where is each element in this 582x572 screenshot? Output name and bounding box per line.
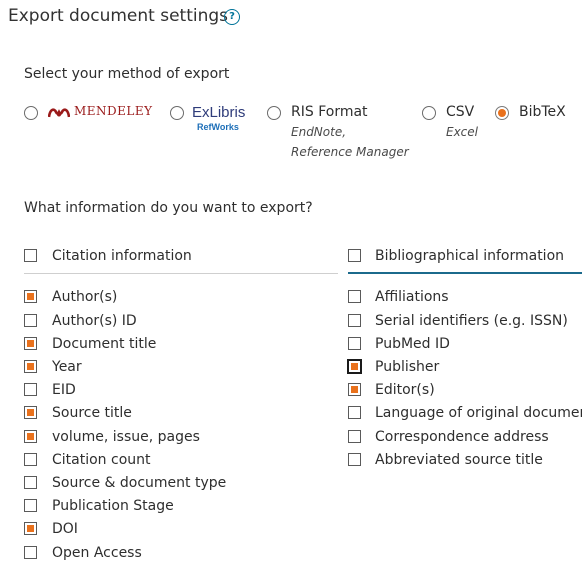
radio-refworks[interactable] [170,106,184,120]
checkbox-citation-count[interactable] [24,453,37,466]
checkbox-affiliations[interactable] [348,290,361,303]
checkbox-pubmed-id[interactable] [348,337,361,350]
csv-label[interactable]: CSV [446,104,474,120]
label-editors[interactable]: Editor(s) [375,382,435,398]
divider-bibliographical [348,272,582,274]
checkbox-citation-information[interactable] [24,249,37,262]
radio-csv[interactable] [422,106,436,120]
help-icon[interactable]: ? [224,9,240,25]
page-title: Export document settings [8,6,229,26]
mendeley-logo[interactable]: MENDELEY [48,103,152,121]
label-year[interactable]: Year [52,359,82,375]
bibliographical-information-label[interactable]: Bibliographical information [375,248,564,264]
checkbox-bibliographical-information[interactable] [348,249,361,262]
checkbox-author-id[interactable] [24,314,37,327]
radio-mendeley[interactable] [24,106,38,120]
checkbox-eid[interactable] [24,383,37,396]
checkbox-language-original-document[interactable] [348,406,361,419]
label-source-title[interactable]: Source title [52,405,132,421]
label-source-document-type[interactable]: Source & document type [52,475,226,491]
label-doi[interactable]: DOI [52,521,78,537]
radio-ris[interactable] [267,106,281,120]
checkbox-volume-issue-pages[interactable] [24,430,37,443]
label-citation-count[interactable]: Citation count [52,452,151,468]
bibtex-label[interactable]: BibTeX [519,104,566,120]
checkbox-editors[interactable] [348,383,361,396]
ris-label[interactable]: RIS Format [291,104,368,120]
mendeley-icon [48,108,70,118]
label-authors[interactable]: Author(s) [52,289,117,305]
mendeley-logo-text: MENDELEY [74,104,153,118]
exlibris-logo-text: ExLibris [192,104,246,121]
checkbox-document-title[interactable] [24,337,37,350]
checkbox-source-document-type[interactable] [24,476,37,489]
csv-sub-excel: Excel [446,125,478,139]
citation-information-label[interactable]: Citation information [52,248,192,264]
label-pubmed-id[interactable]: PubMed ID [375,336,450,352]
export-info-question: What information do you want to export? [24,200,313,216]
label-affiliations[interactable]: Affiliations [375,289,449,305]
checkbox-serial-identifiers[interactable] [348,314,361,327]
checkbox-year[interactable] [24,360,37,373]
divider-citation [24,273,338,274]
checkbox-correspondence-address[interactable] [348,430,361,443]
label-volume-issue-pages[interactable]: volume, issue, pages [52,429,200,445]
label-eid[interactable]: EID [52,382,76,398]
label-language-original-document[interactable]: Language of original document [375,405,582,421]
label-publisher[interactable]: Publisher [375,359,439,375]
label-publication-stage[interactable]: Publication Stage [52,498,174,514]
export-method-label: Select your method of export [24,66,230,82]
checkbox-open-access[interactable] [24,546,37,559]
label-abbreviated-source-title[interactable]: Abbreviated source title [375,452,543,468]
label-correspondence-address[interactable]: Correspondence address [375,429,549,445]
checkbox-doi[interactable] [24,522,37,535]
checkbox-source-title[interactable] [24,406,37,419]
checkbox-publication-stage[interactable] [24,499,37,512]
checkbox-abbreviated-source-title[interactable] [348,453,361,466]
label-open-access[interactable]: Open Access [52,545,142,561]
checkbox-authors[interactable] [24,290,37,303]
label-document-title[interactable]: Document title [52,336,156,352]
checkbox-publisher[interactable] [347,359,362,374]
ris-sub-endnote: EndNote, [291,125,347,139]
label-author-id[interactable]: Author(s) ID [52,313,137,329]
radio-bibtex[interactable] [495,106,509,120]
label-serial-identifiers[interactable]: Serial identifiers (e.g. ISSN) [375,313,568,329]
refworks-logo[interactable]: ExLibris RefWorks [192,104,254,134]
ris-sub-refmanager: Reference Manager [291,145,409,159]
refworks-logo-text: RefWorks [197,122,239,132]
